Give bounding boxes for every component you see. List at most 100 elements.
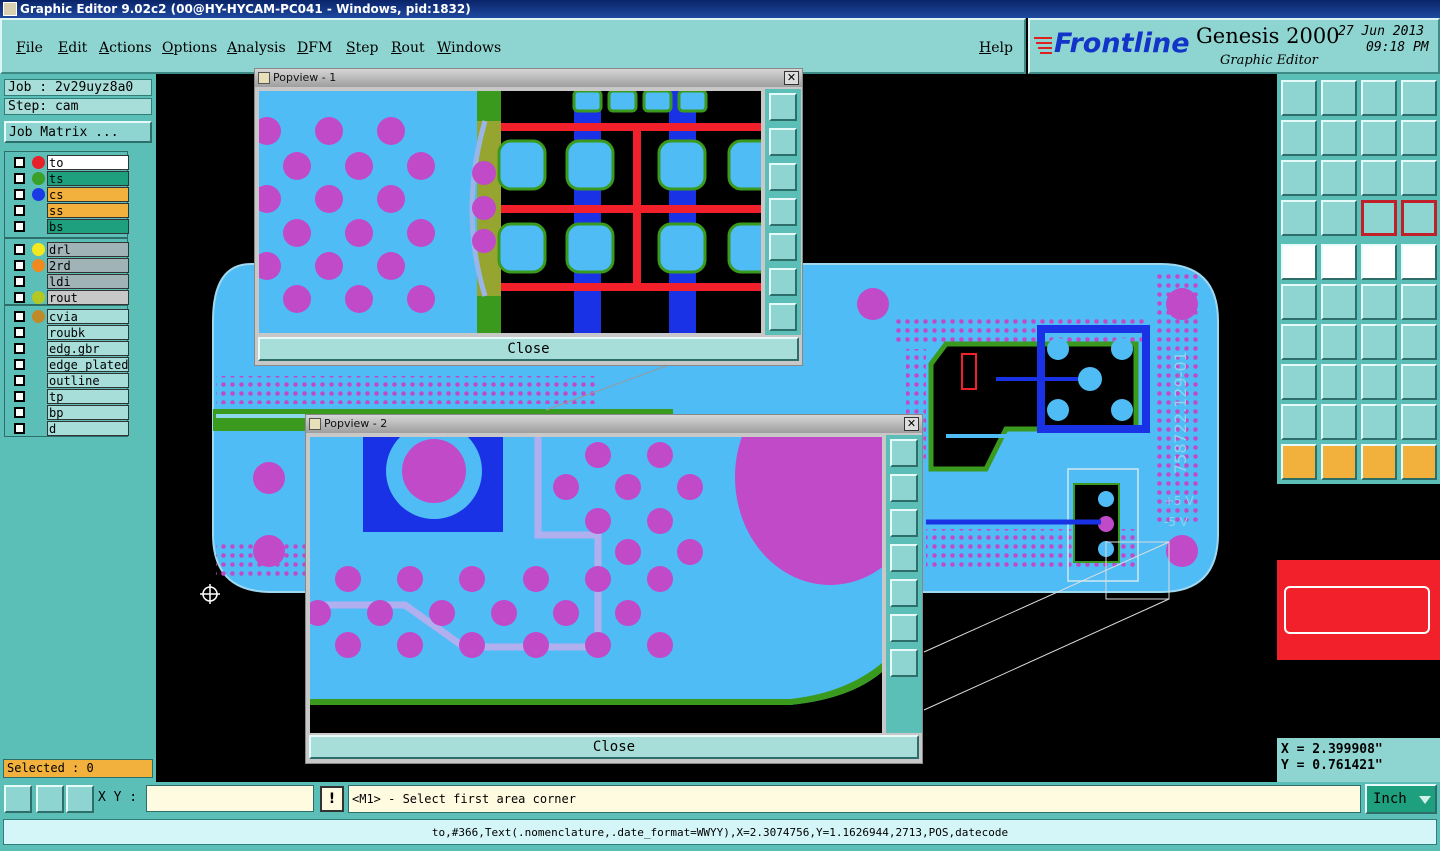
triangle-icon[interactable] bbox=[1281, 404, 1317, 440]
layer-row-tp[interactable]: tp bbox=[11, 389, 129, 404]
layer-row-to[interactable]: to bbox=[11, 155, 129, 170]
menu-file[interactable]: File bbox=[16, 40, 43, 56]
layer-checkbox[interactable] bbox=[14, 407, 25, 418]
layer-checkbox[interactable] bbox=[14, 423, 25, 434]
layer-row-drl[interactable]: drl bbox=[11, 242, 129, 257]
select-net-red-icon[interactable] bbox=[1401, 200, 1437, 236]
pan-down-icon[interactable] bbox=[769, 163, 797, 191]
pan-left-icon[interactable] bbox=[1281, 120, 1317, 156]
select-net-icon[interactable] bbox=[1361, 200, 1397, 236]
reverse-icon[interactable] bbox=[1361, 120, 1397, 156]
menu-actions[interactable]: Actions bbox=[99, 40, 152, 56]
split-view-icon[interactable] bbox=[1401, 80, 1437, 116]
move-icon[interactable] bbox=[1361, 284, 1397, 320]
layer-row-ts[interactable]: ts bbox=[11, 171, 129, 186]
swap-icon[interactable] bbox=[1401, 120, 1437, 156]
zoom-home-icon[interactable] bbox=[1281, 80, 1317, 116]
pan-down-icon[interactable] bbox=[1321, 80, 1357, 116]
layer-checkbox[interactable] bbox=[14, 276, 25, 287]
popview-1-close-button[interactable]: Close bbox=[258, 337, 799, 361]
circle-icon[interactable] bbox=[1401, 364, 1437, 400]
layer-tools-icon[interactable] bbox=[1281, 200, 1317, 236]
units-selector[interactable]: Inch bbox=[1365, 784, 1437, 814]
popview-2-canvas[interactable] bbox=[310, 437, 882, 733]
layer-row-edg-gbr[interactable]: edg.gbr bbox=[11, 341, 129, 356]
scale-icon[interactable] bbox=[1361, 364, 1397, 400]
ruler-icon[interactable] bbox=[1361, 244, 1397, 280]
arc-icon[interactable] bbox=[1361, 324, 1397, 360]
layer-checkbox[interactable] bbox=[14, 391, 25, 402]
menu-step[interactable]: Step bbox=[346, 40, 378, 56]
triangle-red-icon[interactable] bbox=[1401, 404, 1437, 440]
grid-mode-icon[interactable] bbox=[66, 785, 94, 813]
copy-icon[interactable] bbox=[1401, 284, 1437, 320]
pointer-icon[interactable] bbox=[1281, 444, 1317, 480]
measure-icon[interactable] bbox=[1321, 364, 1357, 400]
center-icon[interactable] bbox=[1321, 160, 1357, 196]
zoom-in-icon[interactable] bbox=[890, 614, 918, 642]
popview-2-close-icon[interactable]: ✕ bbox=[904, 417, 919, 431]
layer-checkbox[interactable] bbox=[14, 244, 25, 255]
pan-right-icon[interactable] bbox=[769, 233, 797, 261]
layer-row-outline[interactable]: outline bbox=[11, 373, 129, 388]
menu-rout[interactable]: Rout bbox=[391, 40, 425, 56]
pan-right-icon[interactable] bbox=[890, 579, 918, 607]
angle-icon[interactable] bbox=[1281, 324, 1317, 360]
menu-analysis[interactable]: Analysis bbox=[227, 40, 286, 56]
pan-left-icon[interactable] bbox=[890, 544, 918, 572]
layer-row-bp[interactable]: bp bbox=[11, 405, 129, 420]
layer-row-ldi[interactable]: ldi bbox=[11, 274, 129, 289]
pan-down-icon[interactable] bbox=[890, 509, 918, 537]
layer-row-roubk[interactable]: roubk bbox=[11, 325, 129, 340]
layer-row-2rd[interactable]: 2rd bbox=[11, 258, 129, 273]
layer-checkbox[interactable] bbox=[14, 311, 25, 322]
layer-checkbox[interactable] bbox=[14, 157, 25, 168]
popview-1-canvas[interactable] bbox=[259, 91, 761, 333]
layer-row-cs[interactable]: cs bbox=[11, 187, 129, 202]
menu-edit[interactable]: Edit bbox=[58, 40, 87, 56]
split-icon[interactable] bbox=[1401, 324, 1437, 360]
layer-row-edge-plated[interactable]: edge_plated bbox=[11, 357, 129, 372]
layer-checkbox[interactable] bbox=[14, 327, 25, 338]
layer-checkbox[interactable] bbox=[14, 189, 25, 200]
job-matrix-button[interactable]: Job Matrix ... bbox=[4, 121, 152, 143]
layer-row-bs[interactable]: bs bbox=[11, 219, 129, 234]
zoom-in-icon[interactable] bbox=[769, 268, 797, 296]
home-icon[interactable] bbox=[1361, 80, 1397, 116]
zoom-home-icon[interactable] bbox=[769, 93, 797, 121]
query-icon[interactable] bbox=[1401, 160, 1437, 196]
zoom-out-icon[interactable] bbox=[890, 649, 918, 677]
layer-row-ss[interactable]: ss bbox=[11, 203, 129, 218]
alert-icon[interactable]: ! bbox=[320, 786, 344, 812]
add-pad-icon[interactable] bbox=[1281, 244, 1317, 280]
layer-checkbox[interactable] bbox=[14, 343, 25, 354]
popview-2-close-button[interactable]: Close bbox=[309, 735, 919, 759]
pan-up-icon[interactable] bbox=[769, 128, 797, 156]
snap-mode-icon[interactable] bbox=[4, 785, 32, 813]
triangle-alt-icon[interactable] bbox=[1321, 404, 1357, 440]
zoom-home-icon[interactable] bbox=[890, 439, 918, 467]
menu-windows[interactable]: Windows bbox=[437, 40, 501, 56]
delete-icon[interactable] bbox=[1321, 284, 1357, 320]
menu-options[interactable]: Options bbox=[162, 40, 217, 56]
layer-checkbox[interactable] bbox=[14, 221, 25, 232]
line-tool-icon[interactable] bbox=[1321, 324, 1357, 360]
box-icon[interactable] bbox=[1401, 244, 1437, 280]
triangle-mirror-icon[interactable] bbox=[1361, 404, 1397, 440]
layer-checkbox[interactable] bbox=[14, 260, 25, 271]
grid-icon[interactable] bbox=[1321, 200, 1357, 236]
ratio-icon[interactable] bbox=[1361, 160, 1397, 196]
layer-checkbox[interactable] bbox=[14, 359, 25, 370]
popview-1-close-icon[interactable]: ✕ bbox=[784, 71, 799, 85]
fit-screen-icon[interactable] bbox=[1281, 160, 1317, 196]
layer-row-cvia[interactable]: cvia bbox=[11, 309, 129, 324]
menu-dfm[interactable]: DFM bbox=[297, 40, 332, 56]
transform-icon[interactable] bbox=[1281, 364, 1317, 400]
pointer-alt-icon[interactable] bbox=[1321, 444, 1357, 480]
pan-right-icon[interactable] bbox=[1321, 120, 1357, 156]
pan-left-icon[interactable] bbox=[769, 198, 797, 226]
route-icon[interactable] bbox=[1401, 444, 1437, 480]
layer-checkbox[interactable] bbox=[14, 375, 25, 386]
layer-row-d[interactable]: d bbox=[11, 421, 129, 436]
pointer-alt2-icon[interactable] bbox=[1361, 444, 1397, 480]
